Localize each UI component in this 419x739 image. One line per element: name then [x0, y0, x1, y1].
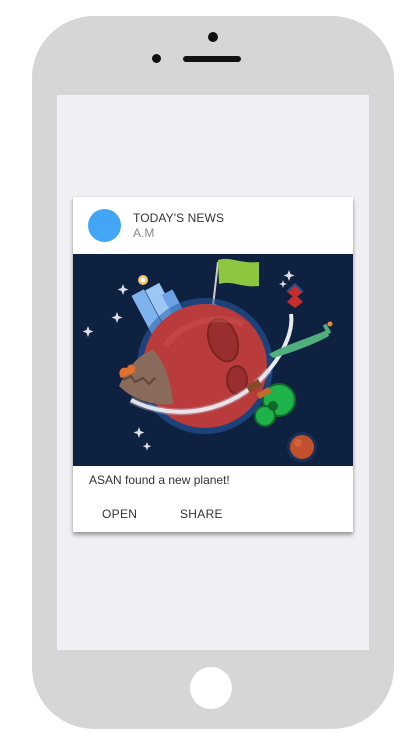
- card-title: TODAY'S NEWS: [133, 211, 225, 225]
- sensor-icon: [152, 54, 161, 63]
- news-card: TODAY'S NEWS A.M ASAN found a new planet…: [73, 197, 353, 532]
- card-subtitle: A.M: [133, 226, 155, 240]
- card-text: ASAN found a new planet!: [89, 473, 230, 487]
- speaker-grille: [183, 56, 241, 62]
- planet-illustration-svg: [82, 258, 333, 462]
- card-header: TODAY'S NEWS A.M: [73, 197, 353, 254]
- rocket-icon: [286, 282, 304, 308]
- share-button[interactable]: SHARE: [180, 507, 223, 521]
- phone-screen: TODAY'S NEWS A.M ASAN found a new planet…: [57, 95, 369, 650]
- phone-frame: TODAY'S NEWS A.M ASAN found a new planet…: [32, 16, 394, 729]
- avatar: [88, 209, 121, 242]
- open-button[interactable]: OPEN: [102, 507, 137, 521]
- camera-icon: [208, 32, 218, 42]
- statue-icon: [269, 321, 333, 358]
- planet-illustration: [73, 254, 353, 466]
- home-button[interactable]: [190, 667, 232, 709]
